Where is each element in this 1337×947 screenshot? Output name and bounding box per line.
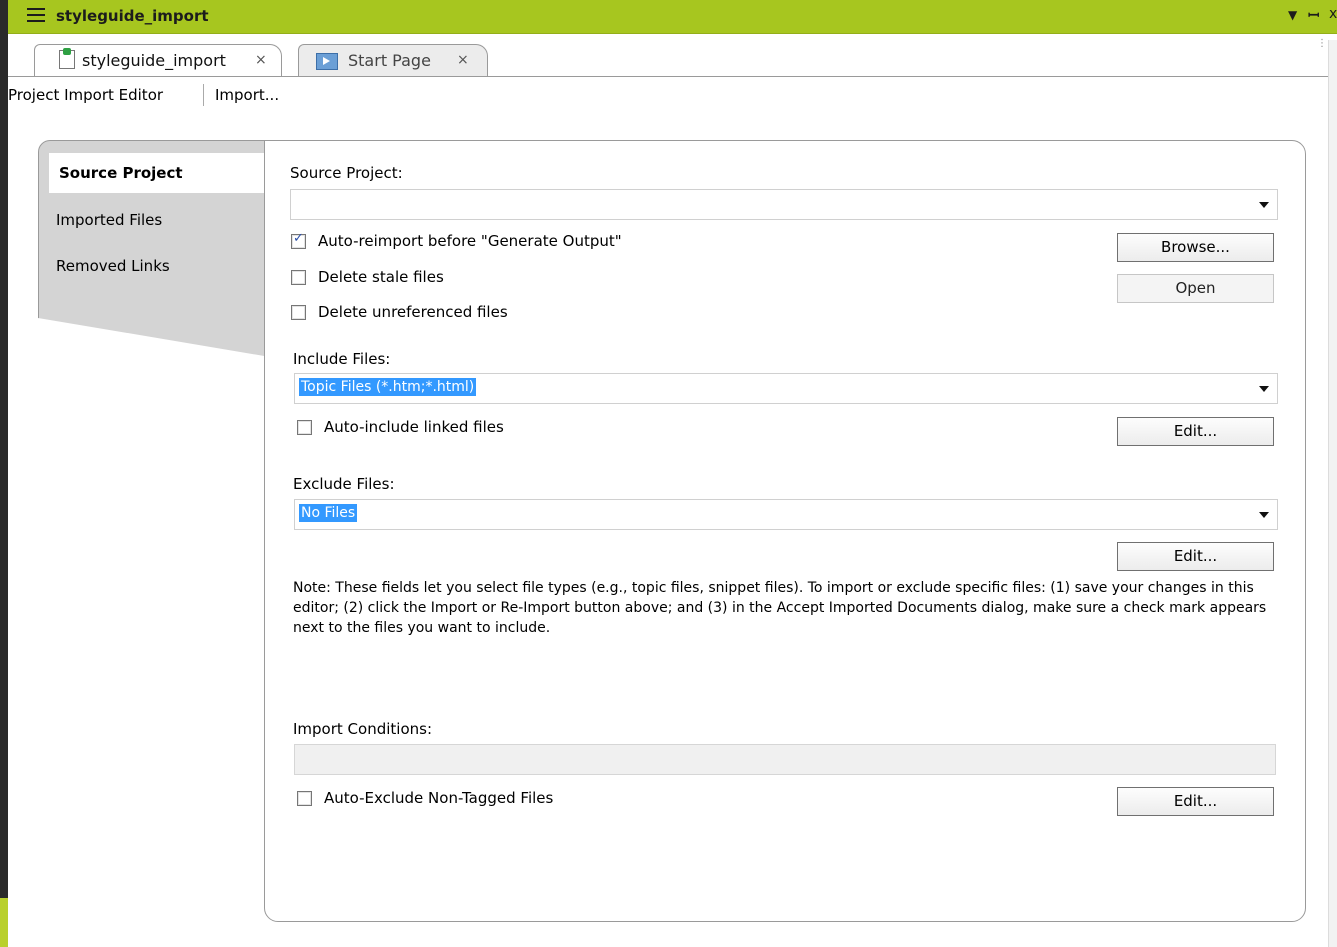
editor-toolbar: Project Import Editor Import... (8, 78, 1328, 114)
auto-exclude-non-tagged-label: Auto-Exclude Non-Tagged Files (324, 789, 554, 807)
side-tab-source-project[interactable]: Source Project (46, 153, 265, 193)
hamburger-menu-icon[interactable] (27, 8, 45, 23)
delete-unreferenced-files-label: Delete unreferenced files (318, 303, 508, 321)
open-button[interactable]: Open (1117, 274, 1274, 303)
side-tab-removed-links[interactable]: Removed Links (46, 246, 265, 286)
tab-label: styleguide_import (82, 51, 226, 70)
source-project-dropdown[interactable] (290, 189, 1278, 220)
help-note: Note: These fields let you select file t… (293, 580, 1267, 636)
tab-label: Start Page (348, 51, 431, 70)
tab-close-icon[interactable]: × (255, 52, 267, 68)
browse-button[interactable]: Browse... (1117, 233, 1274, 262)
include-files-dropdown[interactable]: Topic Files (*.htm;*.html) (294, 373, 1278, 404)
pin-icon[interactable]: ꟷ (1308, 6, 1319, 25)
include-files-value: Topic Files (*.htm;*.html) (299, 378, 477, 396)
import-project-icon (59, 48, 75, 69)
exclude-edit-button[interactable]: Edit... (1117, 542, 1274, 571)
include-edit-button[interactable]: Edit... (1117, 417, 1274, 446)
exclude-files-label: Exclude Files: (293, 475, 395, 493)
exclude-files-value: No Files (299, 504, 358, 522)
panel-title-bar: styleguide_import ▼ ꟷ x (8, 0, 1337, 34)
auto-reimport-checkbox[interactable] (291, 231, 306, 249)
window-left-edge (0, 0, 8, 947)
chevron-down-icon (1259, 202, 1269, 208)
toolbar-divider (203, 84, 204, 106)
import-conditions-field[interactable] (294, 744, 1276, 775)
tab-start-page[interactable]: Start Page × (298, 44, 488, 76)
auto-reimport-label: Auto-reimport before "Generate Output" (318, 232, 622, 250)
import-conditions-label: Import Conditions: (293, 720, 432, 738)
chevron-down-icon (1259, 512, 1269, 518)
start-page-icon (316, 53, 338, 70)
auto-exclude-non-tagged-checkbox[interactable] (297, 791, 312, 806)
tab-styleguide-import[interactable]: styleguide_import × (34, 44, 282, 76)
delete-stale-files-checkbox[interactable] (291, 270, 306, 285)
auto-include-linked-checkbox[interactable] (297, 420, 312, 435)
include-files-label: Include Files: (293, 350, 391, 368)
auto-include-linked-label: Auto-include linked files (324, 418, 504, 436)
panel-title: styleguide_import (56, 7, 209, 25)
delete-unreferenced-files-checkbox[interactable] (291, 305, 306, 320)
source-project-label: Source Project: (290, 164, 403, 182)
exclude-files-dropdown[interactable]: No Files (294, 499, 1278, 530)
editor-title: Project Import Editor (8, 86, 164, 104)
right-scrollbar[interactable] (1328, 40, 1337, 947)
window-left-edge-accent (0, 898, 8, 947)
conditions-edit-button[interactable]: Edit... (1117, 787, 1274, 816)
import-button[interactable]: Import... (215, 86, 279, 104)
chevron-down-icon (1259, 386, 1269, 392)
dropdown-arrow-icon[interactable]: ▼ (1288, 8, 1297, 22)
close-icon[interactable]: x (1329, 6, 1337, 22)
document-tab-bar: styleguide_import × Start Page × (8, 34, 1328, 77)
tab-overflow-icon[interactable]: ⋮ (1317, 39, 1327, 65)
side-tab-panel: Source Project Imported Files Removed Li… (38, 140, 270, 360)
tab-close-icon[interactable]: × (457, 52, 469, 68)
delete-stale-files-label: Delete stale files (318, 268, 444, 286)
side-tab-imported-files[interactable]: Imported Files (46, 200, 265, 240)
